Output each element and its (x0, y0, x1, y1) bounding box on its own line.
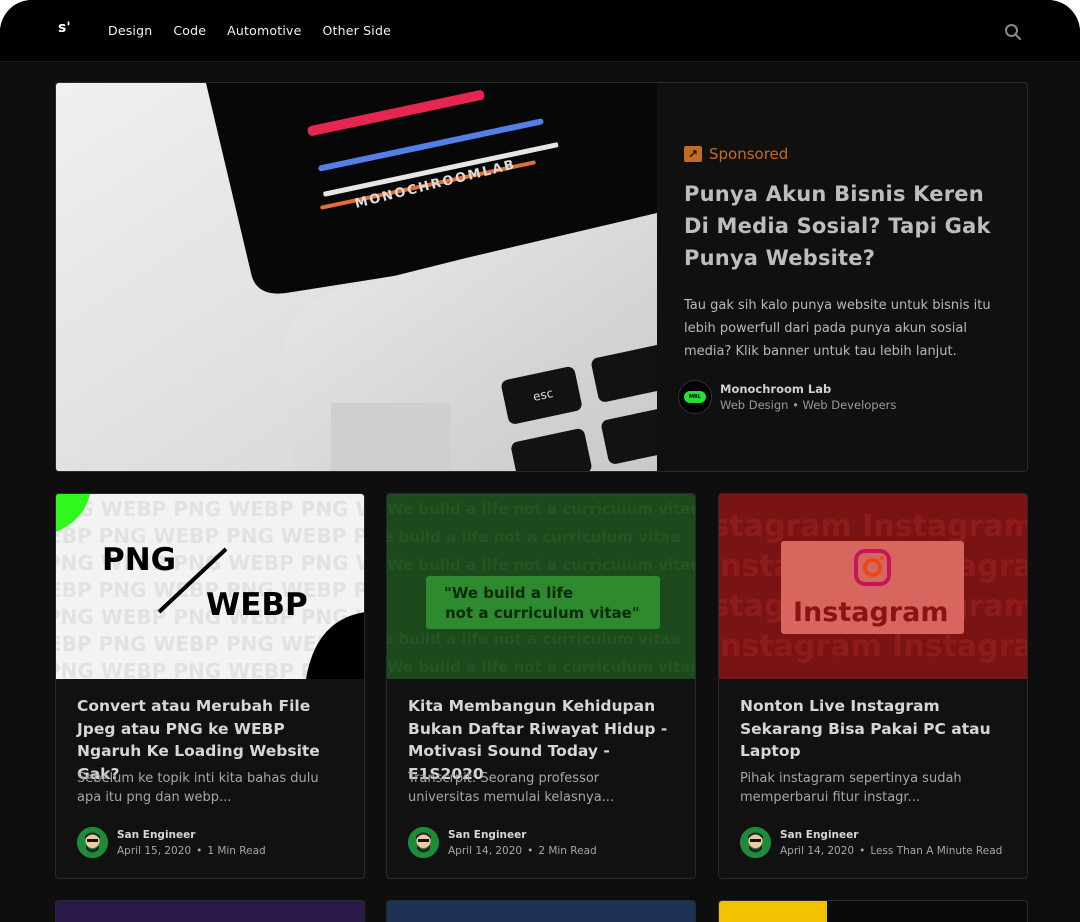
nav-links: Design Code Automotive Other Side (108, 23, 412, 38)
nav-link-other-side[interactable]: Other Side (322, 23, 391, 38)
svg-text:We build a life not a curricul: We build a life not a curriculum vitae (387, 500, 696, 518)
svg-text:We build a life not a curricul: We build a life not a curriculum vitae (387, 556, 696, 574)
search-button[interactable] (1004, 23, 1022, 41)
author-name: San Engineer (117, 828, 196, 841)
thumb-text-png: PNG (102, 542, 176, 578)
svg-text:We build a life not a curricul: We build a life not a curriculum vitae (387, 630, 680, 648)
next-post-card[interactable] (718, 900, 1028, 922)
post-title[interactable]: Nonton Live Instagram Sekarang Bisa Paka… (740, 695, 1010, 763)
svg-text:We build a life not a curricul: We build a life not a curriculum vitae (387, 528, 680, 546)
nav-link-code[interactable]: Code (173, 23, 206, 38)
post-author[interactable]: San Engineer April 14, 2020 • 2 Min Read (408, 827, 597, 858)
hero-title[interactable]: Punya Akun Bisnis Keren Di Media Sosial?… (684, 178, 1004, 274)
post-meta: April 14, 2020 • 2 Min Read (448, 844, 597, 857)
post-excerpt: Sebelum ke topik inti kita bahas dulu ap… (77, 771, 319, 805)
avatar (740, 827, 771, 858)
avatar: MRL (678, 380, 712, 414)
arrow-up-right-icon: ↗ (684, 146, 702, 162)
hero-body: ↗ Sponsored Punya Akun Bisnis Keren Di M… (684, 145, 1004, 363)
thumb-text-instagram: Instagram (793, 597, 948, 628)
hero-author[interactable]: MRL Monochroom Lab Web Design • Web Deve… (678, 380, 896, 414)
read-time: 1 Min Read (207, 844, 266, 857)
read-time: Less Than A Minute Read (870, 844, 1003, 857)
top-navigation: s' Design Code Automotive Other Side (0, 0, 1080, 62)
nav-link-automotive[interactable]: Automotive (227, 23, 301, 38)
hero-description: Tau gak sih kalo punya website untuk bis… (684, 298, 991, 359)
svg-text:We build a life not a curricul: We build a life not a curriculum vitae (387, 658, 696, 676)
post-date: April 14, 2020 (448, 844, 523, 857)
next-post-card[interactable] (55, 900, 365, 922)
post-card[interactable]: PNG WEBP PNG WEBP PNG WEBP WEBP PNG WEBP… (55, 493, 365, 879)
post-excerpt: Pihak instagram sepertinya sudah memperb… (740, 771, 962, 805)
thumb-quote-line1: "We build a life (444, 584, 573, 602)
post-thumbnail[interactable]: PNG WEBP PNG WEBP PNG WEBP WEBP PNG WEBP… (56, 494, 365, 679)
sponsored-label: Sponsored (709, 145, 789, 163)
nav-link-design[interactable]: Design (108, 23, 152, 38)
hero-image[interactable]: MONOCHROOMLAB esc (56, 83, 657, 471)
author-subtitle: Web Design • Web Developers (720, 398, 897, 412)
post-meta: April 15, 2020 • 1 Min Read (117, 844, 266, 857)
sponsored-hero-card[interactable]: MONOCHROOMLAB esc ↗ Sponsored Punya Akun… (55, 82, 1028, 472)
post-date: April 14, 2020 (780, 844, 855, 857)
avatar (408, 827, 439, 858)
post-card[interactable]: We build a life not a curriculum vitae W… (386, 493, 696, 879)
svg-text:Instagram Instagram: Instagram Instagram (719, 629, 1028, 664)
thumb-text-webp: WEBP (206, 587, 308, 623)
author-name: San Engineer (780, 828, 859, 841)
avatar-logo: MRL (684, 391, 706, 403)
post-author[interactable]: San Engineer April 14, 2020 • Less Than A … (740, 827, 1002, 858)
avatar (77, 827, 108, 858)
author-name: San Engineer (448, 828, 527, 841)
post-author[interactable]: San Engineer April 15, 2020 • 1 Min Read (77, 827, 266, 858)
thumb-quote-line2: not a curriculum vitae" (445, 604, 640, 622)
sponsored-badge: ↗ Sponsored (684, 145, 1004, 163)
next-post-card[interactable] (386, 900, 696, 922)
post-card[interactable]: Instagram Instagram Instagram Instagram … (718, 493, 1028, 879)
post-excerpt: Transcrpit: Seorang professor universita… (408, 771, 615, 805)
post-thumbnail[interactable]: Instagram Instagram Instagram Instagram … (719, 494, 1028, 679)
author-name: Monochroom Lab (720, 382, 832, 396)
search-icon (1005, 24, 1021, 40)
svg-text:PNG WEBP PNG WEBP PNG WEBP: PNG WEBP PNG WEBP PNG WEBP (56, 497, 365, 521)
read-time: 2 Min Read (538, 844, 597, 857)
post-thumbnail[interactable]: We build a life not a curriculum vitae W… (387, 494, 696, 679)
site-logo[interactable]: s' (58, 20, 71, 36)
svg-text:Instagram Instagram: Instagram Instagram (719, 509, 1028, 544)
post-date: April 15, 2020 (117, 844, 192, 857)
page-frame: s' Design Code Automotive Other Side MON… (0, 0, 1080, 922)
post-meta: April 14, 2020 • Less Than A Minute Read (780, 844, 1003, 857)
